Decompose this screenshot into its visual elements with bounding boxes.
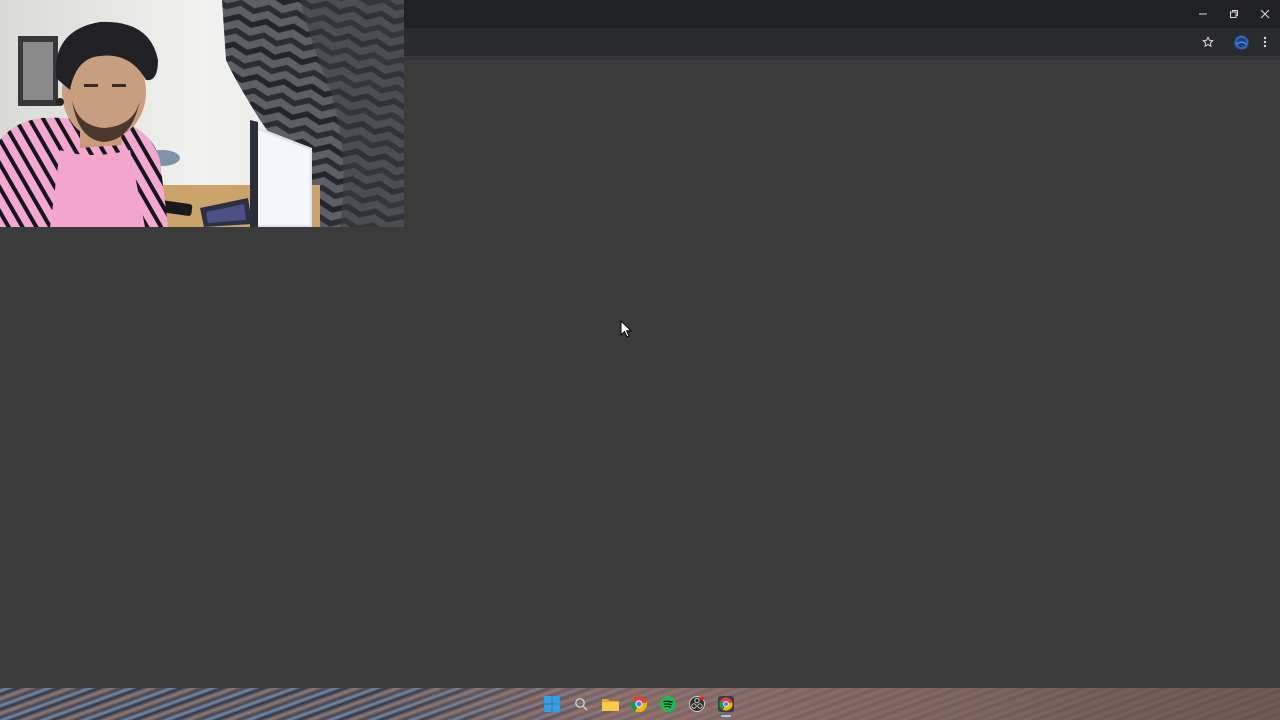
taskbar-file-explorer[interactable] (599, 691, 621, 717)
start-button[interactable] (541, 691, 563, 717)
profile-button[interactable] (1233, 34, 1249, 50)
window-controls (1187, 0, 1280, 28)
chrome-icon (631, 696, 647, 712)
minimize-button[interactable] (1187, 0, 1218, 28)
obs-icon (689, 696, 705, 712)
webcam-feed (0, 0, 404, 227)
taskbar-icons (541, 691, 737, 717)
spotify-icon (660, 696, 676, 712)
close-icon (1260, 9, 1269, 19)
bookmark-button[interactable] (1200, 34, 1216, 50)
file-explorer-icon (601, 699, 619, 711)
taskbar-chrome-active[interactable] (715, 691, 737, 717)
start-icon (544, 696, 560, 712)
search-icon (575, 698, 588, 711)
browser-menu-button[interactable] (1257, 34, 1273, 50)
restore-icon (1229, 10, 1238, 18)
close-button[interactable] (1249, 0, 1280, 28)
taskbar-chrome[interactable] (628, 691, 650, 717)
avatar (1233, 34, 1249, 50)
taskbar-spotify[interactable] (657, 691, 679, 717)
chrome-active-icon (718, 696, 734, 712)
webcam-overlay (0, 0, 404, 227)
taskbar-search-button[interactable] (570, 691, 592, 717)
desktop-screen (0, 0, 1280, 720)
minimize-icon (1198, 13, 1207, 15)
star-icon (1202, 36, 1214, 48)
restore-button[interactable] (1218, 0, 1249, 28)
taskbar-obs[interactable] (686, 691, 708, 717)
kebab-menu-icon (1263, 36, 1267, 48)
